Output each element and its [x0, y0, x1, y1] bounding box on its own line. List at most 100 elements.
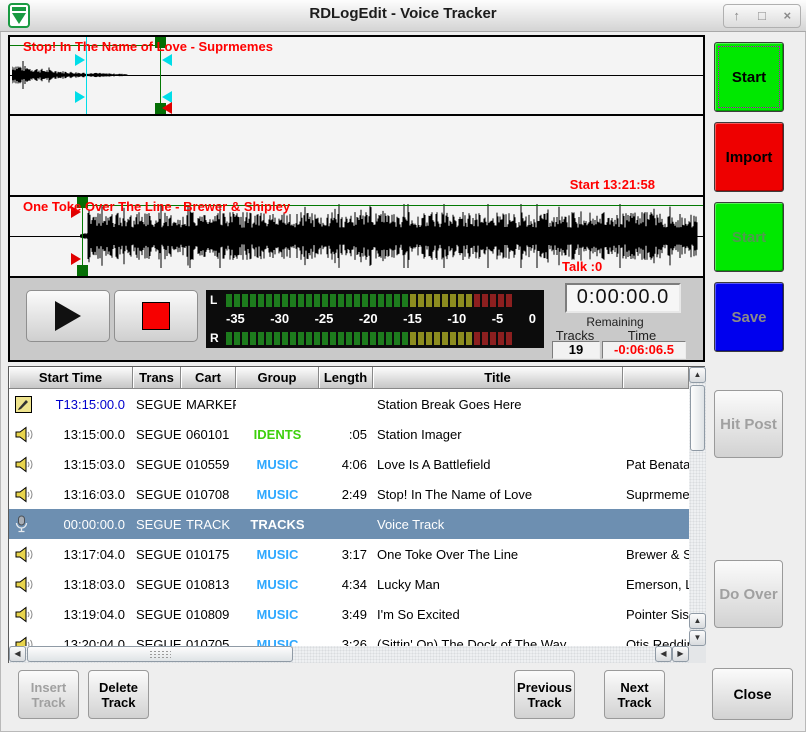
- scroll-right-icon[interactable]: ▶: [672, 646, 689, 662]
- cell-artist: Emerson, L: [623, 577, 689, 592]
- table-row[interactable]: 13:16:03.0SEGUE010708MUSIC2:49Stop! In T…: [9, 479, 689, 509]
- column-header-trans[interactable]: Trans: [133, 367, 181, 389]
- close-button[interactable]: Close: [712, 668, 793, 720]
- vertical-scrollbar[interactable]: ▲ ▲ ▼: [689, 367, 706, 646]
- cell-trans: SEGUE: [133, 547, 181, 562]
- track1-end-pointer-icon[interactable]: [162, 102, 172, 114]
- table-row[interactable]: 13:19:04.0SEGUE010809MUSIC3:49I'm So Exc…: [9, 599, 689, 629]
- horizontal-scrollbar-thumb[interactable]: [27, 646, 293, 662]
- cell-group: MUSIC: [236, 637, 319, 647]
- cell-group: MUSIC: [236, 457, 319, 472]
- cell-artist: Pointer Sist: [623, 607, 689, 622]
- speaker-icon: [15, 576, 34, 593]
- meter-left-segments: [226, 294, 512, 307]
- scroll-up-icon[interactable]: ▲: [689, 367, 706, 383]
- cell-title: I'm So Excited: [373, 607, 623, 622]
- title-bar[interactable]: RDLogEdit - Voice Tracker ↑ □ ×: [0, 0, 806, 32]
- next-track-button[interactable]: Next Track: [604, 670, 665, 719]
- start-time-text: 13:18:03.0: [35, 577, 133, 592]
- scroll-left2-icon[interactable]: ◀: [655, 646, 672, 662]
- scroll-down-icon[interactable]: ▼: [689, 630, 706, 646]
- table-row[interactable]: 13:17:04.0SEGUE010175MUSIC3:17One Toke O…: [9, 539, 689, 569]
- meter-right-label: R: [210, 331, 226, 345]
- cell-cart: 010813: [181, 577, 236, 592]
- window-controls: ↑ □ ×: [723, 4, 801, 28]
- scroll-up2-icon[interactable]: ▲: [689, 613, 706, 629]
- meter-scale-label: -15: [403, 311, 422, 327]
- cell-trans: SEGUE: [133, 397, 181, 412]
- vertical-scrollbar-thumb[interactable]: [690, 385, 705, 451]
- voice-tracker-editor: Stop! In The Name of Love - Suprmemes St…: [8, 35, 705, 362]
- speaker-icon: [15, 486, 34, 503]
- column-header-title[interactable]: Title: [373, 367, 623, 389]
- save-button[interactable]: Save: [714, 282, 784, 352]
- cell-group: IDENTS: [236, 427, 319, 442]
- table-row[interactable]: T13:15:00.0SEGUEMARKERStation Break Goes…: [9, 389, 689, 419]
- cell-title: Voice Track: [373, 517, 623, 532]
- column-header-group[interactable]: Group: [236, 367, 319, 389]
- column-header-cart[interactable]: Cart: [181, 367, 236, 389]
- column-header-length[interactable]: Length: [319, 367, 373, 389]
- previous-track-button[interactable]: Previous Track: [514, 670, 575, 719]
- cell-group: MUSIC: [236, 607, 319, 622]
- cell-cart: 010175: [181, 547, 236, 562]
- import-button[interactable]: Import: [714, 122, 784, 192]
- close-icon[interactable]: ×: [776, 6, 798, 26]
- marker-note-icon: [15, 396, 32, 413]
- cell-length: 3:26: [319, 637, 373, 647]
- meter-scale-label: -35: [226, 311, 245, 327]
- scrollbar-grip: [149, 650, 171, 659]
- meter-scale-label: -20: [359, 311, 378, 327]
- cell-start-time: 13:15:00.0: [9, 426, 133, 443]
- microphone-icon: [15, 515, 28, 534]
- cell-group: MUSIC: [236, 547, 319, 562]
- track1-fade-marker-top-icon[interactable]: [162, 54, 172, 66]
- start-play-button[interactable]: Start: [714, 202, 784, 272]
- table-row[interactable]: 13:18:03.0SEGUE010813MUSIC4:34Lucky ManE…: [9, 569, 689, 599]
- maximize-icon[interactable]: □: [751, 6, 773, 26]
- table-row[interactable]: 13:15:00.0SEGUE060101IDENTS:05Station Im…: [9, 419, 689, 449]
- cell-artist: Suprmemes: [623, 487, 689, 502]
- track1-segue-marker-bottom-icon[interactable]: [75, 91, 85, 103]
- speaker-icon: [15, 456, 34, 473]
- cell-cart: 010559: [181, 457, 236, 472]
- cell-start-time: 13:18:03.0: [9, 576, 133, 593]
- do-over-button[interactable]: Do Over: [714, 560, 783, 628]
- cell-cart: 010809: [181, 607, 236, 622]
- speaker-icon: [15, 636, 34, 647]
- hit-post-button[interactable]: Hit Post: [714, 390, 783, 458]
- column-header-start-time[interactable]: Start Time: [9, 367, 133, 389]
- stop-button[interactable]: [114, 290, 198, 342]
- cell-length: 3:17: [319, 547, 373, 562]
- track1-segue-marker-top-icon[interactable]: [75, 54, 85, 66]
- play-button[interactable]: [26, 290, 110, 342]
- start-time-text: 13:15:03.0: [35, 457, 133, 472]
- meter-scale-label: -10: [447, 311, 466, 327]
- cell-length: 2:49: [319, 487, 373, 502]
- track1-title: Stop! In The Name of Love - Suprmemes: [23, 39, 273, 54]
- start-record-button[interactable]: Start: [714, 42, 784, 112]
- table-row[interactable]: 13:15:03.0SEGUE010559MUSIC4:06Love Is A …: [9, 449, 689, 479]
- cell-group: MUSIC: [236, 487, 319, 502]
- track2-start-handle-bottom[interactable]: [77, 265, 88, 276]
- column-header-artist[interactable]: [623, 367, 689, 389]
- cell-cart: 010705: [181, 637, 236, 647]
- elapsed-time-display: 0:00:00.0: [565, 283, 681, 313]
- speaker-icon: [15, 426, 34, 443]
- scroll-left-icon[interactable]: ◀: [9, 646, 26, 662]
- track1-waveform-pane[interactable]: Stop! In The Name of Love - Suprmemes: [10, 37, 703, 116]
- voice-track-pane[interactable]: Start 13:21:58: [10, 116, 703, 197]
- track2-waveform-pane[interactable]: One Toke Over The Line - Brewer & Shiple…: [10, 197, 703, 278]
- insert-track-button[interactable]: Insert Track: [18, 670, 79, 719]
- meter-scale-label: -5: [492, 311, 504, 327]
- table-row[interactable]: 13:20:04.0SEGUE010705MUSIC3:26(Sittin' O…: [9, 629, 689, 646]
- cell-cart: 060101: [181, 427, 236, 442]
- cell-cart: 010708: [181, 487, 236, 502]
- meter-scale-label: 0: [529, 311, 536, 327]
- cell-title: One Toke Over The Line: [373, 547, 623, 562]
- shade-icon[interactable]: ↑: [726, 6, 748, 26]
- horizontal-scrollbar[interactable]: ◀ ◀ ▶: [9, 646, 689, 663]
- table-row-selected[interactable]: 00:00:00.0SEGUETRACKTRACKSVoice Track: [9, 509, 689, 539]
- delete-track-button[interactable]: Delete Track: [88, 670, 149, 719]
- track2-start-pointer-bottom-icon[interactable]: [71, 253, 81, 265]
